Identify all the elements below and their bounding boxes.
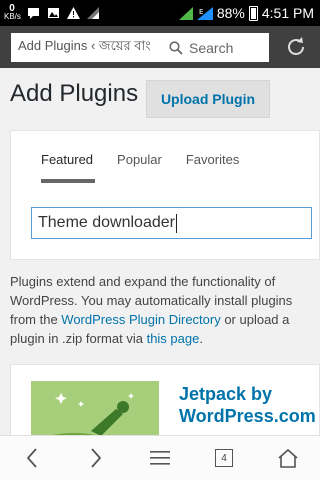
browser-nav-bar: 4 — [0, 435, 320, 480]
network-speed: 0 KB/s — [4, 4, 21, 21]
plugin-filter-card: Featured Popular Favorites Theme downloa… — [10, 130, 320, 260]
plugin-search-input[interactable]: Theme downloader — [31, 207, 312, 239]
signal-h-icon — [87, 7, 99, 19]
text-caret — [175, 213, 178, 233]
status-bar: 0 KB/s E 88% 4:51 PM — [0, 0, 320, 26]
battery-icon — [248, 5, 258, 21]
plugin-tabs: Featured Popular Favorites — [41, 152, 239, 183]
clock: 4:51 PM — [261, 5, 314, 21]
image-icon — [48, 8, 59, 18]
svg-text:E: E — [199, 8, 203, 16]
network-speed-unit: KB/s — [4, 12, 21, 21]
refresh-icon[interactable] — [284, 35, 308, 59]
menu-icon — [150, 451, 170, 465]
tabs-count: 4 — [215, 449, 233, 467]
browser-toolbar: Add Plugins ‹ জয়ের বাং Search — [0, 26, 320, 68]
home-icon — [278, 448, 298, 468]
address-bar[interactable]: Add Plugins ‹ জয়ের বাং Search — [11, 33, 269, 62]
search-label: Search — [189, 39, 234, 56]
back-button[interactable] — [12, 438, 52, 478]
forward-button[interactable] — [76, 438, 116, 478]
page-title: Add Plugins — [10, 80, 139, 107]
upload-plugin-button[interactable]: Upload Plugin — [146, 80, 270, 118]
home-button[interactable] — [268, 438, 308, 478]
chevron-right-icon — [91, 448, 102, 468]
search-icon — [169, 40, 183, 55]
plugin-name-link[interactable]: Jetpack by WordPress.com — [179, 383, 319, 427]
tabs-button[interactable]: 4 — [204, 438, 244, 478]
plugin-card[interactable]: Jetpack by WordPress.com — [10, 364, 320, 435]
signal-e-icon: E — [196, 6, 213, 20]
warning-icon — [67, 7, 80, 19]
tab-favorites[interactable]: Favorites — [186, 152, 239, 183]
search-field[interactable]: Search — [169, 40, 233, 56]
plugin-thumbnail[interactable] — [31, 381, 159, 435]
page-title-in-address[interactable]: Add Plugins ‹ জয়ের বাং — [11, 37, 163, 58]
signal-icon — [178, 6, 193, 20]
message-icon — [28, 8, 39, 19]
description-text-3: . — [199, 331, 203, 346]
plugin-search-value: Theme downloader — [38, 214, 175, 231]
plugin-directory-link[interactable]: WordPress Plugin Directory — [61, 312, 220, 327]
menu-button[interactable] — [140, 438, 180, 478]
battery-percent: 88% — [216, 5, 245, 21]
tab-featured[interactable]: Featured — [41, 152, 96, 183]
upload-page-link[interactable]: this page — [147, 331, 200, 346]
jetpack-illustration — [31, 381, 159, 435]
tab-popular[interactable]: Popular — [117, 152, 162, 183]
chevron-left-icon — [26, 448, 37, 468]
plugins-description: Plugins extend and expand the functional… — [10, 272, 310, 348]
page-content: Add Plugins Upload Plugin Featured Popul… — [0, 68, 320, 435]
